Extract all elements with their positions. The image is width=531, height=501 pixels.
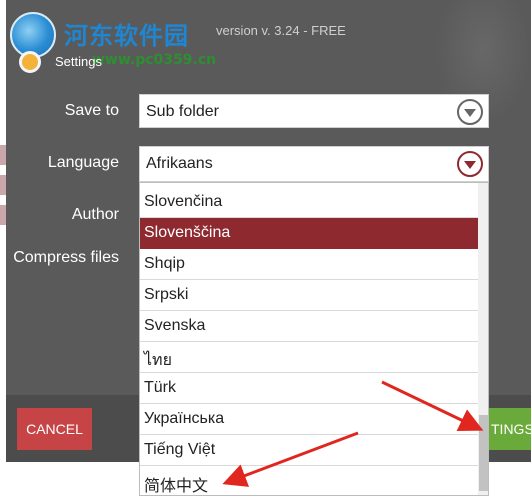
save-to-select[interactable]: Sub folder xyxy=(139,94,489,128)
language-value: Afrikaans xyxy=(146,155,213,172)
language-option-selected[interactable]: Slovenščina xyxy=(140,218,478,249)
dropdown-scrollbar[interactable] xyxy=(478,183,488,495)
language-option[interactable]: Svenska xyxy=(140,311,478,342)
save-settings-button[interactable]: TINGS xyxy=(489,408,531,450)
cancel-button[interactable]: CANCEL xyxy=(17,408,92,450)
save-to-label: Save to xyxy=(64,102,119,119)
save-to-value: Sub folder xyxy=(146,103,219,120)
dialog-title: Settings xyxy=(55,54,102,69)
language-option[interactable]: Українська xyxy=(140,404,478,435)
author-label: Author xyxy=(71,206,119,223)
watermark-url: www.pc0359.cn xyxy=(92,52,217,68)
chevron-down-icon[interactable] xyxy=(457,99,483,125)
language-option[interactable]: ไทย xyxy=(140,342,478,373)
language-option[interactable]: Türk xyxy=(140,373,478,404)
language-option[interactable]: Slovenčina xyxy=(140,187,478,218)
compress-files-label: Compress files xyxy=(13,249,119,266)
language-select[interactable]: Afrikaans xyxy=(139,146,489,182)
language-label: Language xyxy=(47,154,119,171)
language-dropdown-list[interactable]: Slovenčina Slovenščina Shqip Srpski Sven… xyxy=(139,182,489,496)
language-option[interactable]: Srpski xyxy=(140,280,478,311)
language-option[interactable]: Shqip xyxy=(140,249,478,280)
watermark-title: 河东软件园 xyxy=(64,22,189,50)
language-option[interactable]: Tiếng Việt xyxy=(140,435,478,466)
save-settings-label: TINGS xyxy=(491,421,531,437)
language-option[interactable]: 简体中文 xyxy=(140,466,478,495)
chevron-down-icon[interactable] xyxy=(457,151,483,177)
version-label: version v. 3.24 - FREE xyxy=(216,23,346,38)
gear-icon xyxy=(19,51,41,73)
scrollbar-thumb[interactable] xyxy=(479,415,488,491)
